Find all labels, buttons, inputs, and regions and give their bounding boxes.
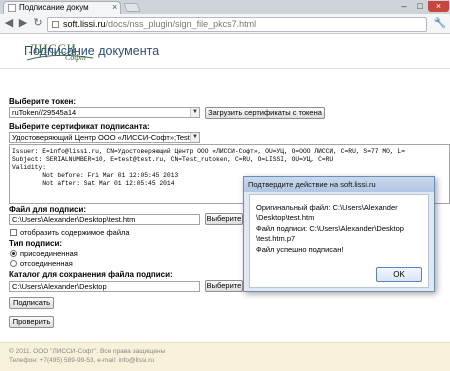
address-bar[interactable]: soft.lissi.ru/docs/nss_plugin/sign_file_… bbox=[47, 17, 427, 32]
dialog-line-signature-cont: \test.htm.p7 bbox=[256, 234, 296, 243]
dialog-body: Оригинальный файл: C:\Users\Alexander \D… bbox=[249, 194, 429, 288]
wrench-menu-icon[interactable]: 🔧 bbox=[433, 18, 447, 30]
url-path: /docs/nss_plugin/sign_file_pkcs7.html bbox=[105, 19, 257, 29]
browse-dir-button[interactable]: Выберите bbox=[205, 280, 243, 292]
radio-detached[interactable] bbox=[10, 260, 17, 267]
verify-button[interactable]: Проверить bbox=[9, 316, 54, 328]
chevron-down-icon: ▼ bbox=[190, 133, 199, 142]
file-path-input[interactable]: C:\Users\Alexander\Desktop\test.htm bbox=[9, 214, 200, 225]
header-divider bbox=[0, 68, 450, 69]
footer-contacts: Телефон: +7(495) 589-99-53, e-mail: info… bbox=[9, 357, 155, 364]
tab-title: Подписание докум bbox=[19, 3, 89, 12]
confirm-dialog: Подтвердите действие на soft.lissi.ru Ор… bbox=[243, 176, 435, 292]
certificate-label: Выберите сертификат подписанта: bbox=[9, 122, 150, 131]
show-content-checkbox[interactable] bbox=[10, 229, 17, 236]
radio-attached[interactable] bbox=[10, 250, 17, 257]
browser-titlebar: Подписание докум × – □ × bbox=[0, 0, 450, 14]
favicon-icon bbox=[8, 4, 16, 12]
cert-validity-line: Validity: bbox=[12, 164, 47, 171]
tab-close-icon[interactable]: × bbox=[112, 2, 117, 12]
cert-issuer-line: Issuer: E=info@lissi.ru, CN=Удостоверяющ… bbox=[12, 148, 405, 155]
dialog-line-original: Оригинальный файл: C:\Users\Alexander bbox=[256, 203, 398, 212]
radio-detached-label: отсоединенная bbox=[20, 259, 73, 268]
browser-toolbar: ◀ ▶ ↻ soft.lissi.ru/docs/nss_plugin/sign… bbox=[0, 14, 450, 34]
dialog-line-signature: Файл подписи: C:\Users\Alexander\Desktop bbox=[256, 224, 404, 233]
minimize-button[interactable]: – bbox=[396, 1, 412, 12]
dialog-line-original-cont: \Desktop\test.htm bbox=[256, 213, 315, 222]
token-label: Выберите токен: bbox=[9, 97, 77, 106]
token-select[interactable]: ruToken//29545a14 ▼ bbox=[9, 107, 200, 118]
cert-subject-line: Subject: SERIALNUMBER=10, E=test@test.ru… bbox=[12, 156, 334, 163]
window-close-button[interactable]: × bbox=[428, 1, 449, 12]
maximize-button[interactable]: □ bbox=[412, 1, 428, 12]
new-tab-button[interactable] bbox=[123, 3, 141, 12]
token-select-value: ruToken//29545a14 bbox=[12, 108, 77, 117]
url-host: soft.lissi.ru bbox=[63, 19, 106, 29]
sign-type-label: Тип подписи: bbox=[9, 239, 63, 248]
footer: © 2011. ООО "ЛИССИ-Софт". Все права защи… bbox=[0, 342, 450, 371]
browser-tab[interactable]: Подписание докум × bbox=[3, 1, 121, 14]
load-certificates-button[interactable]: Загрузить сертификаты с токена bbox=[205, 107, 325, 119]
radio-attached-label: присоединенная bbox=[20, 249, 78, 258]
page-title: Подписание документа bbox=[24, 44, 160, 58]
dialog-title: Подтвердите действие на soft.lissi.ru bbox=[244, 177, 434, 192]
footer-copyright: © 2011. ООО "ЛИССИ-Софт". Все права защи… bbox=[9, 348, 166, 355]
page-icon bbox=[52, 21, 59, 28]
dialog-ok-button[interactable]: OK bbox=[376, 267, 422, 282]
forward-button[interactable]: ▶ bbox=[16, 17, 30, 31]
show-content-label: отобразить содержимое файла bbox=[20, 228, 130, 237]
back-button[interactable]: ◀ bbox=[2, 17, 16, 31]
file-label: Файл для подписи: bbox=[9, 205, 87, 214]
chevron-down-icon: ▼ bbox=[190, 108, 199, 117]
browse-file-button[interactable]: Выберите bbox=[205, 213, 243, 225]
reload-button[interactable]: ↻ bbox=[31, 17, 45, 31]
save-dir-input[interactable]: C:\Users\Alexander\Desktop bbox=[9, 281, 200, 292]
sign-button[interactable]: Подписать bbox=[9, 297, 54, 309]
certificate-select-value: Удостоверяющий Центр ООО «ЛИССИ-Софт»;Te… bbox=[12, 133, 190, 142]
certificate-select[interactable]: Удостоверяющий Центр ООО «ЛИССИ-Софт»;Te… bbox=[9, 132, 200, 143]
dialog-line-success: Файл успешно подписан! bbox=[256, 245, 344, 254]
save-dir-label: Каталог для сохранения файла подписи: bbox=[9, 270, 173, 279]
url-text: soft.lissi.ru/docs/nss_plugin/sign_file_… bbox=[63, 19, 256, 29]
